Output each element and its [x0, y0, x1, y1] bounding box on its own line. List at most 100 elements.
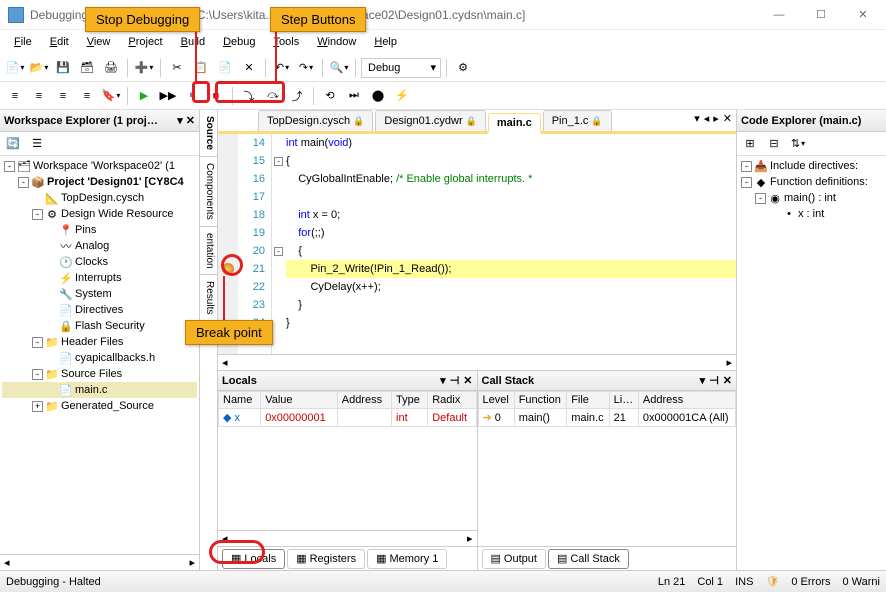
- locals-dropdown-icon[interactable]: ▾: [440, 374, 446, 387]
- minimize-button[interactable]: —: [764, 5, 794, 25]
- config-combo[interactable]: Debug: [361, 58, 441, 78]
- code-editor[interactable]: 1415161718192021222324 -- int main(void)…: [218, 134, 736, 354]
- tree-item[interactable]: 〰Analog: [2, 238, 197, 254]
- tab-next-icon[interactable]: ▸: [713, 112, 719, 125]
- fold-gutter[interactable]: --: [272, 134, 286, 354]
- column-header[interactable]: Address: [337, 392, 391, 409]
- tree-item[interactable]: -📦Project 'Design01' [CY8C4: [2, 174, 197, 190]
- new-file-icon[interactable]: 📄▾: [4, 57, 26, 79]
- open-icon[interactable]: 📂▾: [28, 57, 50, 79]
- tree-item[interactable]: 📍Pins: [2, 222, 197, 238]
- outdent-icon[interactable]: ≡: [28, 85, 50, 107]
- tree-toggle-icon[interactable]: -: [755, 193, 766, 204]
- tree-item[interactable]: -📁Source Files: [2, 366, 197, 382]
- column-header[interactable]: Value: [261, 392, 338, 409]
- locals-pin-icon[interactable]: ⊣: [450, 374, 460, 387]
- locals-scrollbar[interactable]: ◂▸: [218, 530, 477, 546]
- ce-collapse-icon[interactable]: ⊟: [763, 133, 785, 155]
- callstack-pin-icon[interactable]: ⊣: [709, 374, 719, 387]
- tab-dropdown-icon[interactable]: ▾: [694, 112, 700, 125]
- menu-window[interactable]: Window: [309, 33, 364, 51]
- callstack-table[interactable]: LevelFunctionFileLi…Address ➔ 0main()mai…: [478, 391, 737, 427]
- tree-item[interactable]: -📥Include directives:: [739, 158, 884, 174]
- menu-view[interactable]: View: [79, 33, 119, 51]
- bottom-tab[interactable]: ▦ Registers: [287, 549, 365, 569]
- doc-tab[interactable]: Pin_1.c🔒: [543, 110, 612, 131]
- tree-item[interactable]: -🗂Workspace 'Workspace02' (1: [2, 158, 197, 174]
- tree-item[interactable]: 🔒Flash Security: [2, 318, 197, 334]
- editor-h-scrollbar[interactable]: ◂▸: [218, 354, 736, 370]
- save-icon[interactable]: 💾: [52, 57, 74, 79]
- close-button[interactable]: ✕: [848, 5, 878, 25]
- refresh-icon[interactable]: 🔄: [2, 133, 24, 155]
- column-header[interactable]: Address: [638, 392, 735, 409]
- side-tab-components[interactable]: Components: [200, 157, 217, 227]
- menu-tools[interactable]: Tools: [266, 33, 308, 51]
- column-header[interactable]: Level: [478, 392, 514, 409]
- indent-icon[interactable]: ≡: [4, 85, 26, 107]
- tree-item[interactable]: 📄Directives: [2, 302, 197, 318]
- tree-item[interactable]: 📄main.c: [2, 382, 197, 398]
- column-header[interactable]: Name: [219, 392, 261, 409]
- cut-icon[interactable]: ✂: [166, 57, 188, 79]
- find-icon[interactable]: 🔍▾: [328, 57, 350, 79]
- undo-icon[interactable]: ↶▾: [271, 57, 293, 79]
- paste-icon[interactable]: 📄: [214, 57, 236, 79]
- delete-icon[interactable]: ✕: [238, 57, 260, 79]
- locals-table[interactable]: NameValueAddressTypeRadix ◆ x0x00000001i…: [218, 391, 477, 427]
- breakpoint-marker-icon[interactable]: [222, 263, 234, 275]
- stop-debug-icon[interactable]: ■: [205, 85, 227, 107]
- menu-help[interactable]: Help: [366, 33, 405, 51]
- menu-edit[interactable]: Edit: [42, 33, 77, 51]
- status-errors[interactable]: 0 Errors: [791, 576, 830, 588]
- tree-item[interactable]: 🕐Clocks: [2, 254, 197, 270]
- tree-toggle-icon[interactable]: -: [32, 369, 43, 380]
- ce-sort-icon[interactable]: ⇅▾: [787, 133, 809, 155]
- doc-tab[interactable]: main.c: [488, 113, 541, 134]
- doc-tab[interactable]: TopDesign.cysch🔒: [258, 110, 373, 131]
- table-row[interactable]: ◆ x0x00000001intDefault: [219, 409, 477, 427]
- build-icon[interactable]: ⚙: [452, 57, 474, 79]
- save-all-icon[interactable]: 🗃: [76, 57, 98, 79]
- tree-item[interactable]: +📁Generated_Source: [2, 398, 197, 414]
- bottom-tab[interactable]: ▦ Memory 1: [367, 549, 447, 569]
- tree-toggle-icon[interactable]: -: [18, 177, 29, 188]
- comment-icon[interactable]: ≡: [52, 85, 74, 107]
- bookmark-icon[interactable]: 🔖▾: [100, 85, 122, 107]
- run-to-cursor-icon[interactable]: ⏭: [343, 85, 365, 107]
- menu-project[interactable]: Project: [120, 33, 170, 51]
- hot-reload-icon[interactable]: ⚡: [391, 85, 413, 107]
- code-area[interactable]: int main(void){ CyGlobalIntEnable; /* En…: [286, 134, 736, 354]
- column-header[interactable]: Li…: [609, 392, 638, 409]
- tree-toggle-icon[interactable]: -: [741, 177, 752, 188]
- status-warnings[interactable]: 0 Warni: [843, 576, 881, 588]
- fold-toggle-icon[interactable]: -: [274, 247, 283, 256]
- locals-close-icon[interactable]: ✕: [463, 374, 472, 387]
- tab-prev-icon[interactable]: ◂: [704, 112, 710, 125]
- collapse-icon[interactable]: ☰: [26, 133, 48, 155]
- table-row[interactable]: ➔ 0main()main.c210x000001CA (All): [478, 409, 736, 427]
- continue-icon[interactable]: ▶: [133, 85, 155, 107]
- column-header[interactable]: File: [567, 392, 609, 409]
- tree-scrollbar[interactable]: ◂▸: [0, 554, 199, 570]
- tree-item[interactable]: -⚙Design Wide Resource: [2, 206, 197, 222]
- tree-toggle-icon[interactable]: -: [32, 209, 43, 220]
- step-over-icon[interactable]: ⤼: [262, 85, 284, 107]
- side-tab-source[interactable]: Source: [200, 110, 217, 157]
- side-tab-entation[interactable]: entation: [200, 227, 217, 276]
- step-into-icon[interactable]: ⤵: [238, 85, 260, 107]
- workspace-tree[interactable]: -🗂Workspace 'Workspace02' (1-📦Project 'D…: [0, 156, 199, 554]
- tree-item[interactable]: •x : int: [739, 206, 884, 222]
- menu-debug[interactable]: Debug: [215, 33, 263, 51]
- print-icon[interactable]: 🖨: [100, 57, 122, 79]
- tree-toggle-icon[interactable]: -: [32, 337, 43, 348]
- code-explorer-tree[interactable]: -📥Include directives:-◆Function definiti…: [737, 156, 886, 570]
- column-header[interactable]: Function: [514, 392, 567, 409]
- ce-expand-icon[interactable]: ⊞: [739, 133, 761, 155]
- column-header[interactable]: Type: [392, 392, 428, 409]
- tree-toggle-icon[interactable]: +: [32, 401, 43, 412]
- pin-icon[interactable]: ▾ ✕: [177, 114, 195, 127]
- redo-icon[interactable]: ↷▾: [295, 57, 317, 79]
- uncomment-icon[interactable]: ≡: [76, 85, 98, 107]
- menu-file[interactable]: File: [6, 33, 40, 51]
